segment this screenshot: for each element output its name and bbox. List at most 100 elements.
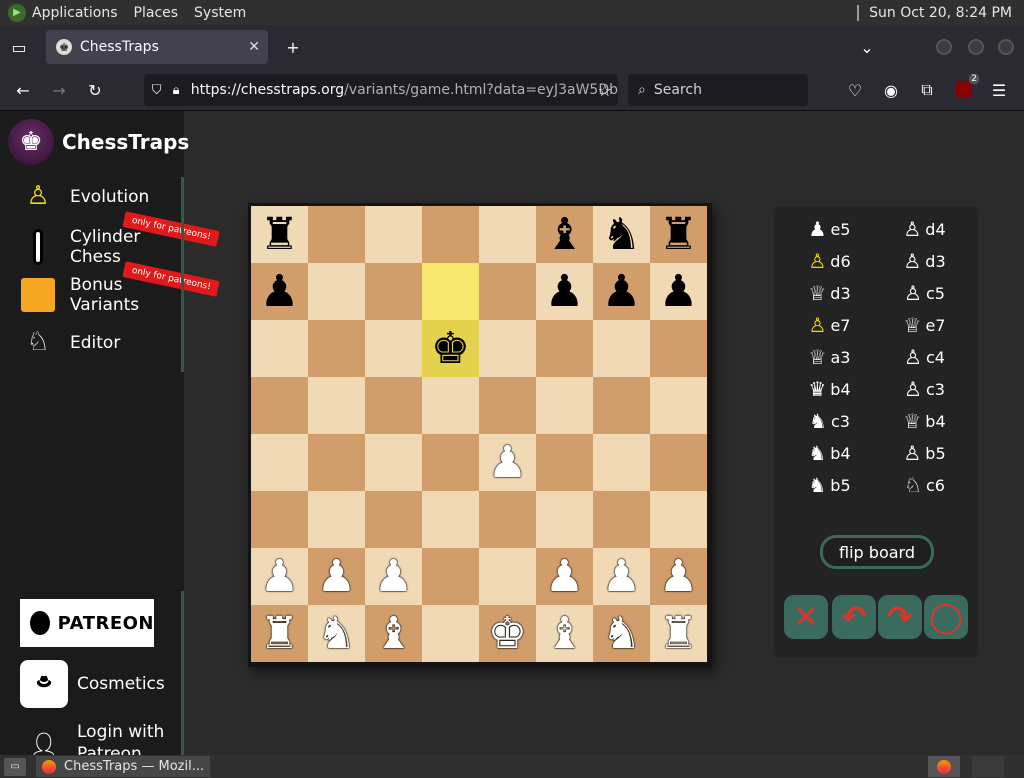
black-pawn-icon[interactable]: ♟ (545, 269, 584, 314)
move-entry[interactable]: ♕ a3 (782, 345, 877, 369)
square-h8[interactable]: ♜ (650, 206, 707, 263)
flip-board-button[interactable]: flip board (820, 535, 934, 569)
menu-system[interactable]: System (194, 5, 246, 21)
white-king-icon[interactable]: ♚ (488, 611, 527, 656)
square-a3[interactable] (251, 491, 308, 548)
square-f4[interactable] (536, 434, 593, 491)
move-entry[interactable]: ♙ c3 (877, 377, 972, 401)
square-d2[interactable] (422, 548, 479, 605)
url-bar[interactable]: ⛉ 🔒︎ https://chesstraps.org/variants/gam… (144, 74, 618, 106)
square-e7[interactable] (479, 263, 536, 320)
square-e5[interactable] (479, 377, 536, 434)
square-h4[interactable] (650, 434, 707, 491)
square-g1[interactable]: ♞ (593, 605, 650, 662)
undo-button[interactable]: ↶ (832, 595, 876, 639)
square-e8[interactable] (479, 206, 536, 263)
black-rook-icon[interactable]: ♜ (659, 212, 698, 257)
square-e1[interactable]: ♚ (479, 605, 536, 662)
square-c6[interactable] (365, 320, 422, 377)
white-knight-icon[interactable]: ♞ (602, 611, 641, 656)
white-pawn-icon[interactable]: ♟ (317, 554, 356, 599)
taskbar-window-firefox[interactable]: ChessTraps — Mozil... (36, 756, 211, 777)
square-c3[interactable] (365, 491, 422, 548)
extensions-icon[interactable]: ⧉ (910, 73, 944, 107)
move-list[interactable]: ♟ e5 ♙ d4 ♙ d6 ♙ d3 ♕ d3 ♙ c5 ♙ e7 ♕ e7 ♕ a3 ♙ c4 ♛ b4 ♙ c3 ♞ c3 ♕… (782, 213, 972, 517)
sidebar-item-editor[interactable]: ♘ Editor (18, 323, 120, 363)
white-bishop-icon[interactable]: ♝ (374, 611, 413, 656)
square-f5[interactable] (536, 377, 593, 434)
search-input[interactable]: Search (654, 82, 702, 98)
close-tab-icon[interactable]: ✕ (248, 39, 260, 55)
black-knight-icon[interactable]: ♞ (602, 212, 641, 257)
square-b3[interactable] (308, 491, 365, 548)
workspace-1[interactable] (928, 756, 960, 777)
lock-icon[interactable]: 🔒︎ (169, 83, 182, 98)
tab-chesstraps[interactable]: ♚ ChessTraps ✕ (46, 30, 268, 64)
restart-button[interactable]: ◯ (924, 595, 968, 639)
move-entry[interactable]: ♙ c4 (877, 345, 972, 369)
clock-text[interactable]: Sun Oct 20, 8:24 PM (869, 5, 1012, 21)
white-pawn-icon[interactable]: ♟ (602, 554, 641, 599)
white-knight-icon[interactable]: ♞ (317, 611, 356, 656)
move-entry[interactable]: ♕ e7 (877, 313, 972, 337)
square-d4[interactable] (422, 434, 479, 491)
menu-applications[interactable]: Applications (32, 5, 118, 21)
square-f7[interactable]: ♟ (536, 263, 593, 320)
square-e2[interactable] (479, 548, 536, 605)
white-rook-icon[interactable]: ♜ (260, 611, 299, 656)
firefox-view-icon[interactable]: ▭ (2, 30, 36, 64)
square-g8[interactable]: ♞ (593, 206, 650, 263)
workspace-2[interactable] (972, 756, 1004, 777)
black-bishop-icon[interactable]: ♝ (545, 212, 584, 257)
black-rook-icon[interactable]: ♜ (260, 212, 299, 257)
ublock-icon[interactable]: 2 (946, 73, 980, 107)
square-e4[interactable]: ♟ (479, 434, 536, 491)
square-b2[interactable]: ♟ (308, 548, 365, 605)
white-bishop-icon[interactable]: ♝ (545, 611, 584, 656)
square-c1[interactable]: ♝ (365, 605, 422, 662)
square-f3[interactable] (536, 491, 593, 548)
white-pawn-icon[interactable]: ♟ (374, 554, 413, 599)
move-entry[interactable]: ♙ c5 (877, 281, 972, 305)
white-pawn-icon[interactable]: ♟ (659, 554, 698, 599)
resign-button[interactable]: ✕ (784, 595, 828, 639)
square-b8[interactable] (308, 206, 365, 263)
black-pawn-icon[interactable]: ♟ (659, 269, 698, 314)
square-c4[interactable] (365, 434, 422, 491)
move-entry[interactable]: ♞ c3 (782, 409, 877, 433)
sidebar-item-bonus-variants[interactable]: Bonus Variants (18, 275, 158, 316)
square-b4[interactable] (308, 434, 365, 491)
tracking-shield-icon[interactable]: ⛉ (150, 83, 163, 98)
square-b7[interactable] (308, 263, 365, 320)
sidebar-item-cylinder-chess[interactable]: Cylinder Chess (18, 227, 158, 268)
sidebar-scrollbar[interactable] (181, 177, 184, 372)
square-g5[interactable] (593, 377, 650, 434)
white-rook-icon[interactable]: ♜ (659, 611, 698, 656)
square-a2[interactable]: ♟ (251, 548, 308, 605)
black-pawn-icon[interactable]: ♟ (260, 269, 299, 314)
close-window-button[interactable] (998, 39, 1014, 55)
square-g2[interactable]: ♟ (593, 548, 650, 605)
square-g6[interactable] (593, 320, 650, 377)
black-pawn-icon[interactable]: ♟ (602, 269, 641, 314)
square-c8[interactable] (365, 206, 422, 263)
square-h3[interactable] (650, 491, 707, 548)
square-d3[interactable] (422, 491, 479, 548)
square-g7[interactable]: ♟ (593, 263, 650, 320)
menu-places[interactable]: Places (134, 5, 179, 21)
move-entry[interactable]: ♛ b4 (782, 377, 877, 401)
move-entry[interactable]: ♘ c6 (877, 473, 972, 497)
brand[interactable]: ♚ ChessTraps (8, 119, 189, 165)
white-pawn-icon[interactable]: ♟ (260, 554, 299, 599)
square-d6[interactable]: ♚ (422, 320, 479, 377)
cosmetics-button[interactable]: 🎩︎ Cosmetics (20, 660, 165, 708)
square-f6[interactable] (536, 320, 593, 377)
square-a4[interactable] (251, 434, 308, 491)
move-entry[interactable]: ♞ b5 (782, 473, 877, 497)
square-h5[interactable] (650, 377, 707, 434)
square-d1[interactable] (422, 605, 479, 662)
square-a1[interactable]: ♜ (251, 605, 308, 662)
black-king-icon[interactable]: ♚ (431, 326, 470, 371)
square-d8[interactable] (422, 206, 479, 263)
account-icon[interactable]: ◉ (874, 73, 908, 107)
